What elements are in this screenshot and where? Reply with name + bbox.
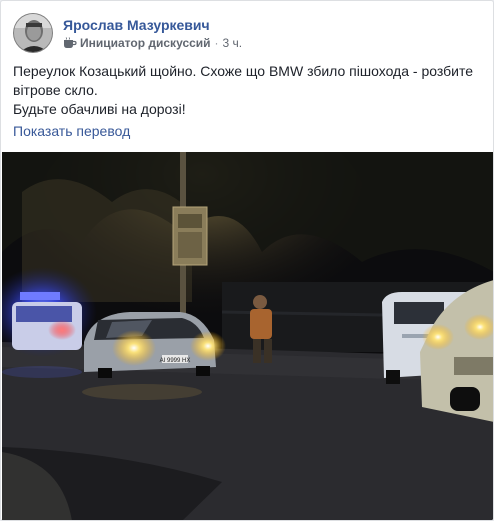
author-avatar[interactable]	[13, 13, 53, 53]
author-name[interactable]: Ярослав Мазуркевич	[63, 16, 242, 34]
night-street-accident-photo: AI 9999 HX	[2, 152, 493, 520]
post-meta: Ярослав Мазуркевич Инициатор дискуссий ·…	[63, 16, 242, 51]
see-translation-link[interactable]: Показать перевод	[13, 123, 130, 139]
post-text-line: вітрове скло.	[13, 82, 98, 98]
license-plate: AI 9999 HX	[160, 358, 191, 364]
post-photo[interactable]: AI 9999 HX	[2, 152, 493, 520]
post-text-line: Переулок Козацький щойно. Схоже що BMW з…	[13, 63, 473, 79]
separator-dot: ·	[214, 35, 219, 50]
post-timestamp[interactable]: 3 ч.	[223, 35, 243, 51]
post-header: Ярослав Мазуркевич Инициатор дискуссий ·…	[13, 11, 242, 55]
discussion-starter-badge: Инициатор дискуссий	[80, 35, 211, 50]
coffee-cup-icon	[63, 36, 77, 49]
post-subline: Инициатор дискуссий · 3 ч.	[63, 35, 242, 51]
post-card: Ярослав Мазуркевич Инициатор дискуссий ·…	[0, 0, 494, 521]
post-text: Переулок Козацький щойно. Схоже що BMW з…	[13, 62, 483, 119]
post-text-line: Будьте обачливі на дорозі!	[13, 101, 186, 117]
avatar-photo-icon	[14, 14, 52, 52]
